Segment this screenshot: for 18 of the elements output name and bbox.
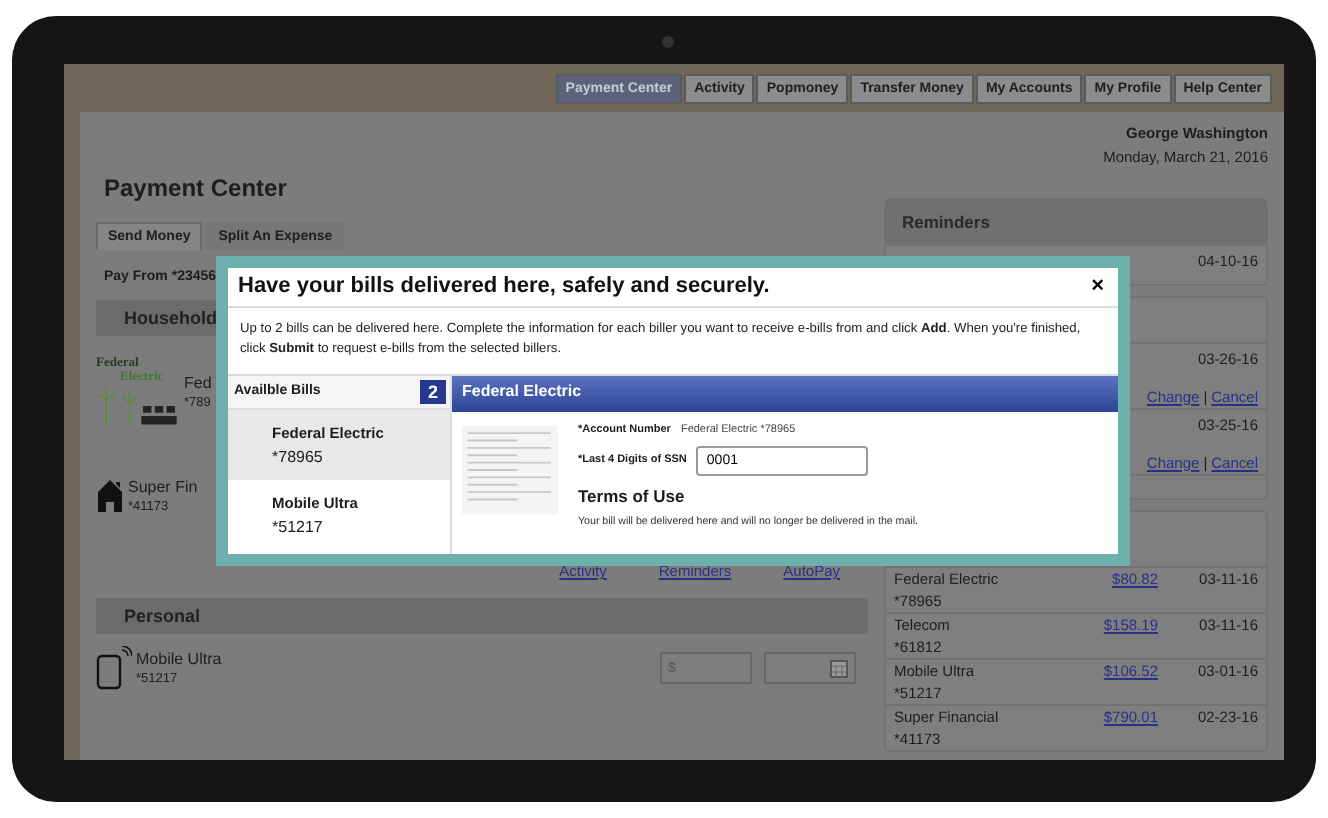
camera-dot [662, 36, 674, 48]
payee-name: Super Fin [128, 478, 198, 496]
page-title: Payment Center [104, 174, 289, 202]
house-icon [96, 478, 124, 514]
payee-name: Fed [184, 373, 212, 391]
payee-name: Mobile Ultra [136, 650, 222, 668]
dialog-title: Have your bills delivered here, safely and securely. [238, 274, 770, 298]
count-badge: 2 [419, 379, 446, 404]
terms-title: Terms of Use [578, 485, 687, 506]
wind-turbines-drawing [96, 383, 180, 427]
tablet-icon [96, 646, 132, 690]
detail-header: Federal Electric [452, 375, 1118, 412]
calendar-icon [830, 659, 848, 677]
close-button[interactable]: × [1087, 275, 1108, 297]
panel-header: Reminders [886, 200, 1266, 244]
bill-thumbnail-drawing [462, 423, 558, 516]
date-field[interactable] [764, 652, 856, 684]
section-header: Personal [96, 598, 868, 634]
